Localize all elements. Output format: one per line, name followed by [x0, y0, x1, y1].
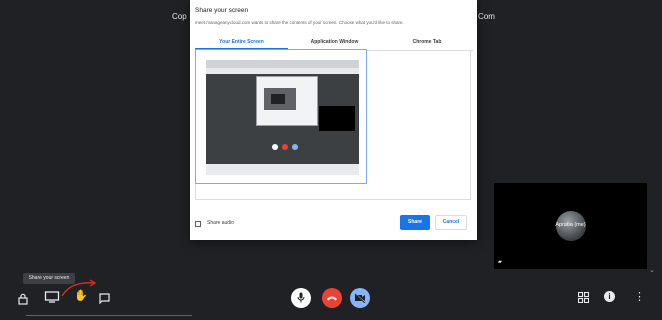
share-screen-dialog: Share your screen meet.manageanycloud.co… [190, 0, 477, 240]
more-vert-icon[interactable]: ⋮ [634, 292, 645, 303]
share-audio-checkbox[interactable] [195, 221, 201, 227]
screen-thumbnail[interactable] [195, 49, 367, 184]
end-call-icon[interactable] [322, 288, 342, 308]
share-button[interactable]: Share [400, 215, 430, 230]
chevron-down-icon[interactable]: ⌄ [649, 266, 655, 274]
camera-off-icon[interactable] [350, 288, 370, 308]
monitor-small-icon: ▰ [498, 259, 502, 265]
self-view-tile[interactable]: Apratia (me) ▰ [494, 183, 647, 269]
lock-icon[interactable] [18, 293, 28, 308]
background-text-right: Com [478, 12, 495, 21]
cancel-button[interactable]: Cancel [435, 215, 467, 230]
raise-hand-icon[interactable]: ✋ [74, 291, 88, 302]
screen-preview-image [206, 60, 359, 175]
chat-icon[interactable] [99, 293, 110, 307]
grid-icon[interactable] [577, 291, 590, 306]
self-view-name: Apratia (me) [555, 222, 586, 228]
info-icon[interactable]: i [604, 291, 615, 302]
background-text-left: Cop [172, 12, 187, 21]
tab-chrome-tab[interactable]: Chrome Tab [381, 38, 473, 50]
present-screen-icon[interactable] [44, 291, 60, 303]
dialog-title: Share your screen [195, 7, 249, 14]
share-audio-label: Share audio [207, 220, 234, 226]
dialog-subtitle: meet.manageanycloud.com wants to share t… [195, 20, 404, 25]
microphone-icon[interactable] [291, 288, 311, 308]
divider [26, 315, 192, 316]
